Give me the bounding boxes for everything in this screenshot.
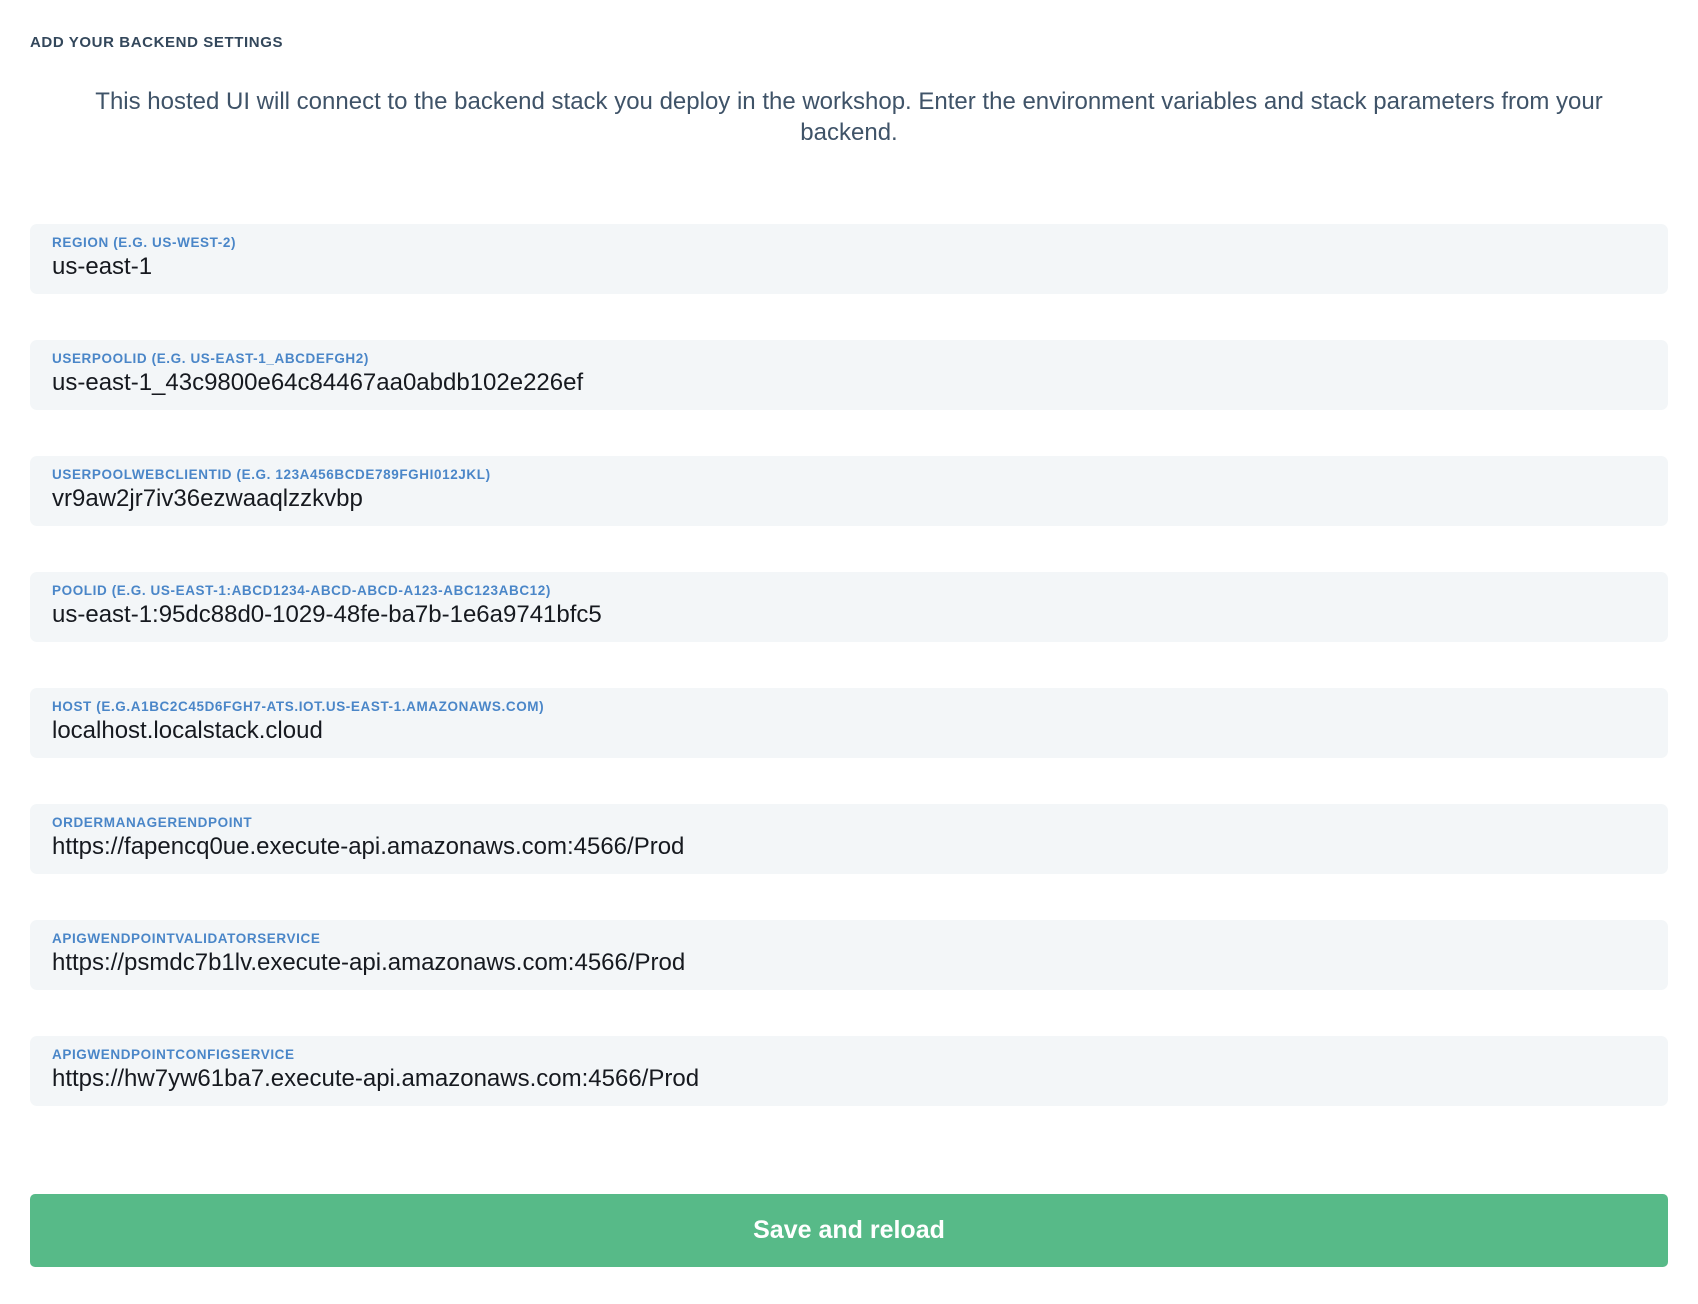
field-poolid-label: POOLID (E.G. US-EAST-1:ABCD1234-ABCD-ABC…: [52, 583, 1646, 598]
field-poolid-input[interactable]: [52, 601, 1646, 629]
field-host-label: HOST (E.G.A1BC2C45D6FGH7-ATS.IOT.US-EAST…: [52, 699, 1646, 714]
field-ordermanagerendpoint-input[interactable]: [52, 833, 1646, 861]
save-and-reload-button[interactable]: Save and reload: [30, 1194, 1668, 1267]
field-userpoolwebclientid-input[interactable]: [52, 485, 1646, 513]
field-region: REGION (E.G. US-WEST-2): [30, 224, 1668, 294]
field-apigwendpointconfigservice-input[interactable]: [52, 1065, 1646, 1093]
settings-form: REGION (E.G. US-WEST-2) USERPOOLID (E.G.…: [30, 224, 1668, 1106]
field-userpoolid: USERPOOLID (E.G. US-EAST-1_ABCDEFGH2): [30, 340, 1668, 410]
field-host: HOST (E.G.A1BC2C45D6FGH7-ATS.IOT.US-EAST…: [30, 688, 1668, 758]
field-userpoolwebclientid-label: USERPOOLWEBCLIENTID (E.G. 123A456BCDE789…: [52, 467, 1646, 482]
field-apigwendpointvalidatorservice-label: APIGWENDPOINTVALIDATORSERVICE: [52, 931, 1646, 946]
intro-text: This hosted UI will connect to the backe…: [69, 87, 1629, 148]
field-ordermanagerendpoint-label: ORDERMANAGERENDPOINT: [52, 815, 1646, 830]
field-apigwendpointconfigservice: APIGWENDPOINTCONFIGSERVICE: [30, 1036, 1668, 1106]
field-userpoolwebclientid: USERPOOLWEBCLIENTID (E.G. 123A456BCDE789…: [30, 456, 1668, 526]
field-region-input[interactable]: [52, 253, 1646, 281]
field-poolid: POOLID (E.G. US-EAST-1:ABCD1234-ABCD-ABC…: [30, 572, 1668, 642]
field-apigwendpointconfigservice-label: APIGWENDPOINTCONFIGSERVICE: [52, 1047, 1646, 1062]
backend-settings-page: ADD YOUR BACKEND SETTINGS This hosted UI…: [0, 0, 1698, 1304]
field-apigwendpointvalidatorservice: APIGWENDPOINTVALIDATORSERVICE: [30, 920, 1668, 990]
field-userpoolid-input[interactable]: [52, 369, 1646, 397]
field-ordermanagerendpoint: ORDERMANAGERENDPOINT: [30, 804, 1668, 874]
field-userpoolid-label: USERPOOLID (E.G. US-EAST-1_ABCDEFGH2): [52, 351, 1646, 366]
field-region-label: REGION (E.G. US-WEST-2): [52, 235, 1646, 250]
field-apigwendpointvalidatorservice-input[interactable]: [52, 949, 1646, 977]
field-host-input[interactable]: [52, 717, 1646, 745]
page-title: ADD YOUR BACKEND SETTINGS: [30, 34, 1668, 51]
